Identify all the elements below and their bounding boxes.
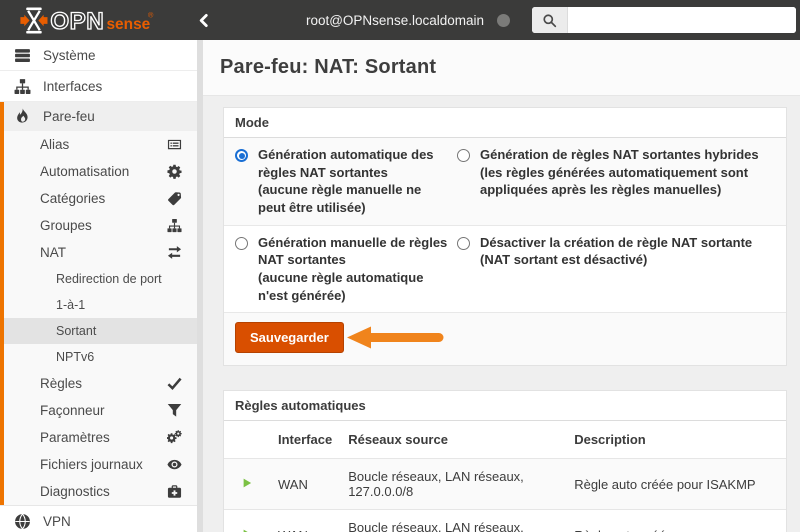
exchange-icon <box>167 245 182 260</box>
table-row: WAN Boucle réseaux, LAN réseaux, 127.0.0… <box>224 510 786 532</box>
top-header: OPN sense ® root@OPNsense.localdomain <box>0 0 800 40</box>
sidebar-item-groupes[interactable]: Groupes <box>4 212 197 239</box>
gear-icon <box>167 164 182 179</box>
cell-interface: WAN <box>270 510 340 532</box>
main-content: Pare-feu: NAT: Sortant Mode Génération a… <box>203 40 800 532</box>
sitemap-icon <box>167 218 182 233</box>
sidebar-item-alias[interactable]: Alias <box>4 131 197 158</box>
mode-panel-title: Mode <box>224 108 786 138</box>
content-header: Pare-feu: NAT: Sortant <box>203 40 800 96</box>
search-icon <box>532 7 568 33</box>
medkit-icon <box>167 484 182 499</box>
table-header-row: Interface Réseaux source Description <box>224 421 786 459</box>
filter-icon <box>167 403 182 418</box>
sidebar-item-nptv6[interactable]: NPTv6 <box>4 344 197 370</box>
cell-source: Boucle réseaux, LAN réseaux, 127.0.0.0/8 <box>340 510 566 532</box>
save-button[interactable]: Sauvegarder <box>235 322 344 353</box>
tag-icon <box>167 191 182 206</box>
eye-icon <box>167 457 182 472</box>
option-label: Génération manuelle de règles NAT sortan… <box>258 234 449 269</box>
column-interface: Interface <box>270 421 340 459</box>
sidebar-item-sortant[interactable]: Sortant <box>4 318 197 344</box>
sidebar-nav: Système Interfaces Pare-feu Alias <box>0 40 197 532</box>
option-note: (aucune règle automatique n'est générée) <box>258 269 449 304</box>
cell-interface: WAN <box>270 459 340 510</box>
sidebar-item-redirection-de-port[interactable]: Redirection de port <box>4 266 197 292</box>
sidebar-item-parametres[interactable]: Paramètres <box>4 424 197 451</box>
sidebar-collapse-button[interactable] <box>197 13 210 28</box>
sidebar-item-nat[interactable]: NAT <box>4 239 197 266</box>
fire-icon <box>14 108 31 125</box>
status-indicator-dot <box>497 14 510 27</box>
mode-panel: Mode Génération automatique des règles N… <box>223 107 787 366</box>
sidebar-item-fichiers-journaux[interactable]: Fichiers journaux <box>4 451 197 478</box>
column-status <box>224 421 270 459</box>
sidebar-item-faconneur[interactable]: Façonneur <box>4 397 197 424</box>
opnsense-page: OPN sense ® root@OPNsense.localdomain <box>0 0 800 532</box>
globe-icon <box>14 513 31 530</box>
chevron-left-icon <box>197 13 210 28</box>
sidebar-item-regles[interactable]: Règles <box>4 370 197 397</box>
play-icon <box>241 528 253 532</box>
sidebar-item-1-a-1[interactable]: 1-à-1 <box>4 292 197 318</box>
sitemap-icon <box>14 78 31 95</box>
cell-source: Boucle réseaux, LAN réseaux, 127.0.0.0/8 <box>340 459 566 510</box>
cogs-icon <box>167 430 182 445</box>
sidebar-item-interfaces[interactable]: Interfaces <box>0 71 197 102</box>
option-note: (les règles générées automatiquement son… <box>480 164 775 199</box>
table-row: WAN Boucle réseaux, LAN réseaux, 127.0.0… <box>224 459 786 510</box>
sidebar-item-diagnostics[interactable]: Diagnostics <box>4 478 197 505</box>
option-label: Génération de règles NAT sortantes hybri… <box>480 146 775 164</box>
play-icon <box>241 477 253 489</box>
cell-description: Règle auto créée pour ISAKMP <box>566 459 786 510</box>
annotation-arrow-icon <box>347 324 447 351</box>
sidebar-item-pare-feu[interactable]: Pare-feu <box>4 102 197 131</box>
brand-suffix: sense <box>106 16 150 33</box>
server-icon <box>14 47 31 64</box>
page-title: Pare-feu: NAT: Sortant <box>220 56 436 79</box>
hourglass-logo-icon <box>20 7 47 33</box>
logged-in-user: root@OPNsense.localdomain <box>306 13 484 28</box>
radio-generation-manuelle[interactable] <box>235 237 248 250</box>
cell-description: Règle auto créée <box>566 510 786 532</box>
search-box <box>532 7 796 33</box>
automatic-rules-table: Interface Réseaux source Description WAN… <box>224 421 786 532</box>
sidebar-item-systeme[interactable]: Système <box>0 40 197 71</box>
list-icon <box>167 137 182 152</box>
sidebar-item-automatisation[interactable]: Automatisation <box>4 158 197 185</box>
sidebar-item-vpn[interactable]: VPN <box>0 505 197 532</box>
sidebar-section-pare-feu: Pare-feu Alias Automatisation Catégories <box>0 102 197 505</box>
search-input[interactable] <box>568 7 796 33</box>
option-label: Désactiver la création de règle NAT sort… <box>480 234 752 252</box>
radio-desactiver-nat[interactable] <box>457 237 470 250</box>
brand-prefix: OPN <box>50 8 104 35</box>
radio-generation-hybride[interactable] <box>457 149 470 162</box>
brand-registered: ® <box>148 10 154 19</box>
option-note: (NAT sortant est désactivé) <box>480 251 752 269</box>
radio-generation-automatique[interactable] <box>235 149 248 162</box>
opnsense-logo[interactable]: OPN sense ® <box>18 6 163 35</box>
rules-panel-title: Règles automatiques <box>224 391 786 421</box>
rules-panel: Règles automatiques Interface Réseaux so… <box>223 390 787 532</box>
column-description: Description <box>566 421 786 459</box>
sidebar-item-categories[interactable]: Catégories <box>4 185 197 212</box>
check-icon <box>167 376 182 391</box>
option-label: Génération automatique des règles NAT so… <box>258 146 449 181</box>
option-note: (aucune règle manuelle ne peut être util… <box>258 181 449 216</box>
column-source: Réseaux source <box>340 421 566 459</box>
